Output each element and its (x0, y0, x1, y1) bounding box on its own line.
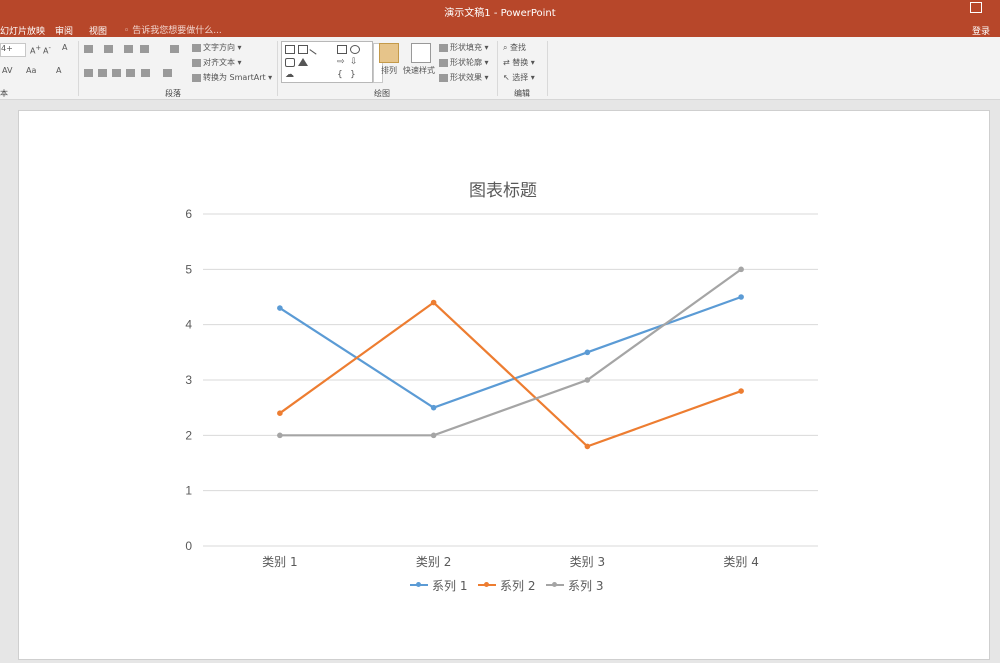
legend-label: 系列 2 (500, 579, 536, 593)
y-tick-label: 1 (185, 484, 192, 498)
legend-marker-dot (484, 582, 489, 587)
y-tick-label: 5 (185, 262, 192, 276)
data-point[interactable] (277, 410, 283, 417)
legend-marker-dot (416, 582, 421, 587)
series-line[interactable] (279, 295, 742, 409)
data-point[interactable] (738, 266, 744, 273)
legend-label: 系列 1 (432, 579, 468, 593)
y-tick-label: 0 (185, 539, 192, 553)
data-point[interactable] (277, 432, 283, 439)
data-point[interactable] (430, 299, 437, 306)
data-point[interactable] (584, 443, 591, 450)
x-tick-label: 类别 2 (416, 555, 451, 569)
y-tick-label: 4 (185, 318, 192, 332)
y-tick-label: 3 (185, 373, 192, 387)
x-tick-label: 类别 3 (570, 555, 605, 569)
x-tick-label: 类别 4 (723, 555, 758, 569)
data-point[interactable] (584, 377, 591, 383)
series-line[interactable] (279, 301, 742, 448)
data-point[interactable] (277, 305, 283, 311)
legend-marker-dot (552, 582, 557, 587)
line-chart[interactable]: 0 1 2 3 4 5 6 类别 1 类别 2 类别 3 类别 4 (0, 0, 1000, 663)
y-tick-label: 6 (185, 207, 192, 221)
legend-label: 系列 3 (568, 579, 604, 593)
data-point[interactable] (738, 388, 744, 394)
data-point[interactable] (430, 404, 437, 411)
x-tick-label: 类别 1 (262, 555, 297, 569)
y-tick-label: 2 (185, 428, 192, 442)
data-point[interactable] (738, 294, 744, 300)
data-point[interactable] (430, 432, 437, 439)
data-point[interactable] (584, 349, 591, 356)
